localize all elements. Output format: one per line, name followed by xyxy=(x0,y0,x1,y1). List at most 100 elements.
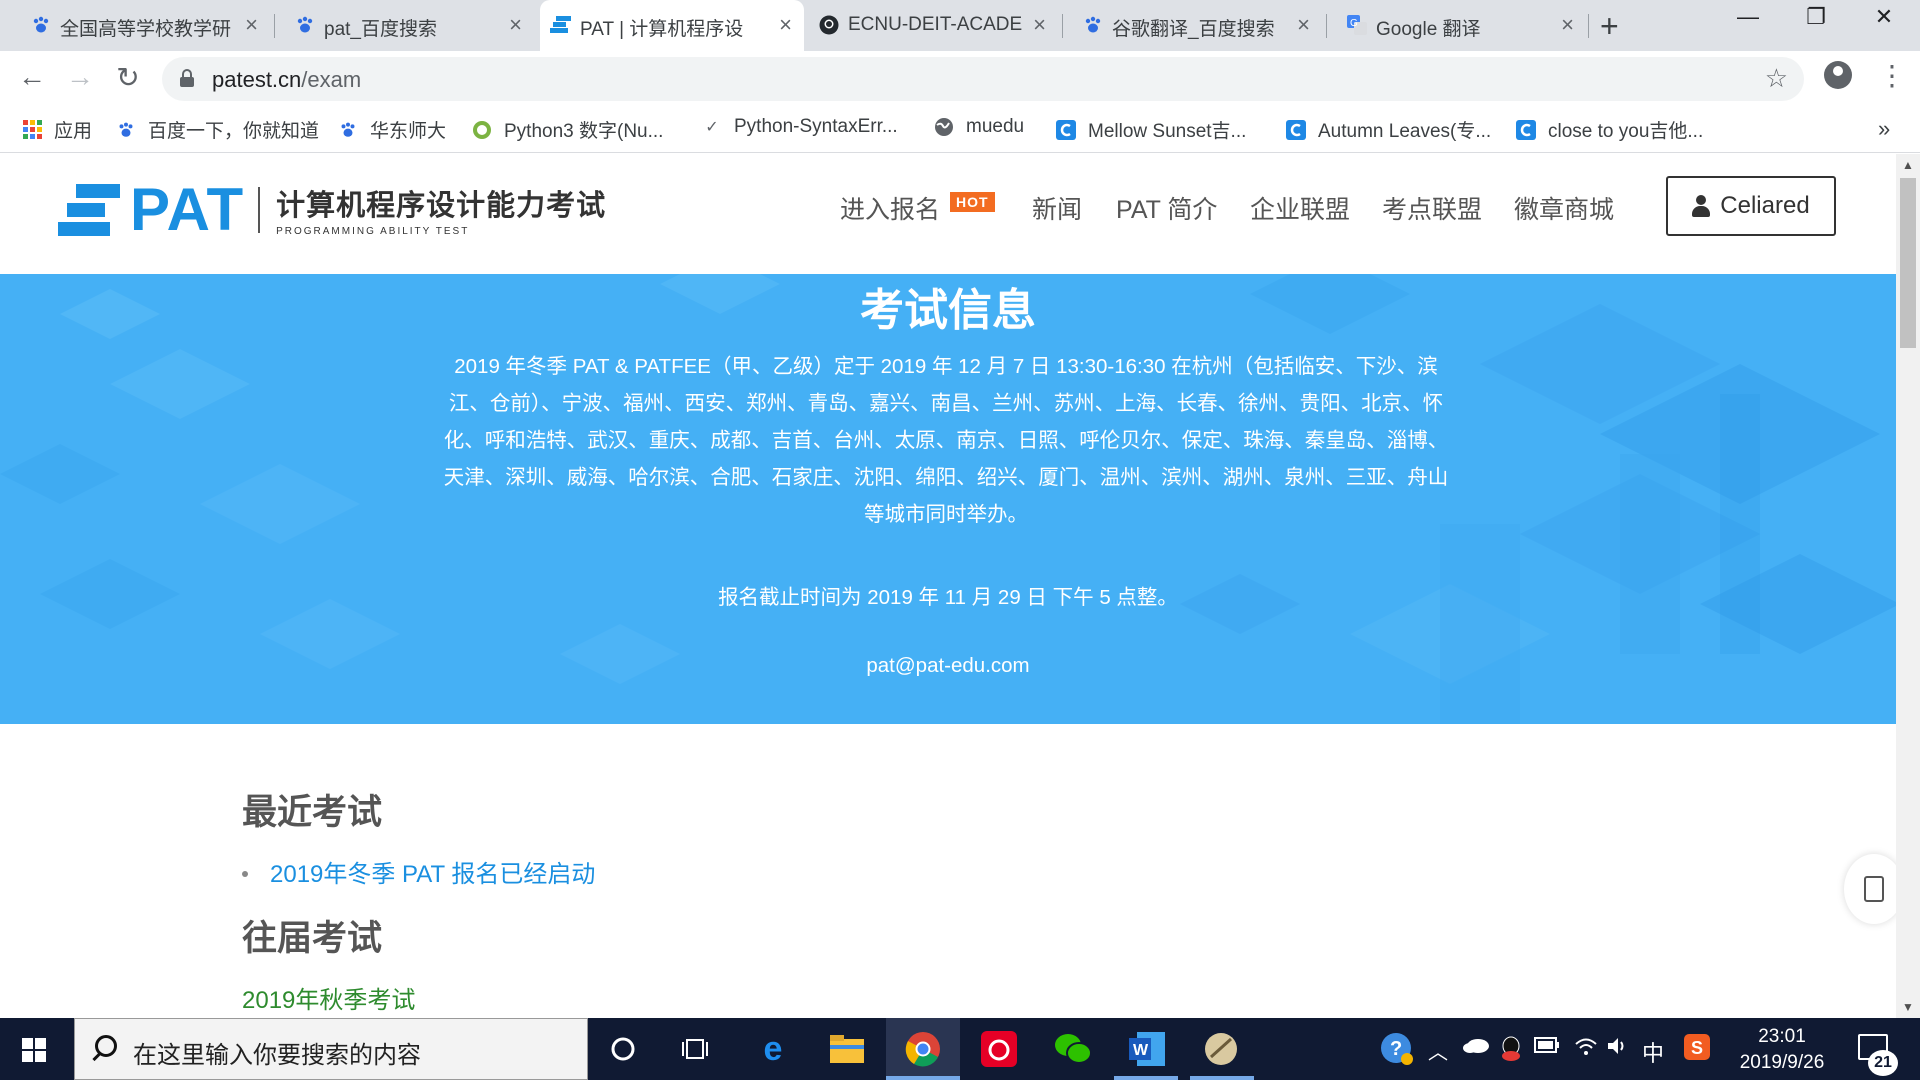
url-text[interactable]: patest.cn/exam xyxy=(212,67,361,93)
python-icon xyxy=(472,120,492,140)
taskbar-clock[interactable]: 23:01 2019/9/26 xyxy=(1722,1024,1842,1076)
chrome-icon[interactable] xyxy=(904,1030,942,1068)
scrollbar-thumb[interactable] xyxy=(1900,178,1916,348)
logo-subtitle-en: PROGRAMMING ABILITY TEST xyxy=(276,226,470,237)
open-app-indicator xyxy=(1190,1076,1254,1080)
bookmark-label: Python3 数字(Nu... xyxy=(504,121,664,142)
qq-icon[interactable] xyxy=(1500,1036,1522,1068)
browser-tab[interactable]: ECNU-DEIT-ACADE × xyxy=(808,0,1058,51)
minimize-button[interactable]: — xyxy=(1718,4,1778,30)
nav-register[interactable]: 进入报名 xyxy=(840,190,940,226)
nav-test-site-alliance[interactable]: 考点联盟 xyxy=(1382,190,1482,226)
c-icon xyxy=(1286,119,1306,140)
app-shell-icon[interactable] xyxy=(1202,1030,1240,1068)
wechat-icon[interactable] xyxy=(1054,1030,1092,1068)
chevron-up-icon[interactable]: ︿ xyxy=(1428,1036,1448,1065)
tab-title: pat_百度搜索 xyxy=(324,19,437,40)
volume-icon[interactable] xyxy=(1606,1036,1630,1062)
close-icon[interactable]: × xyxy=(509,12,522,38)
user-button[interactable]: Celiared xyxy=(1666,176,1836,236)
bookmark-item[interactable]: 华东师大 xyxy=(338,116,446,143)
task-view-icon[interactable] xyxy=(676,1030,714,1068)
onedrive-icon[interactable] xyxy=(1462,1036,1490,1060)
apps-grid-icon xyxy=(22,120,42,140)
exam-announcement: 2019 年冬季 PAT & PATFEE（甲、乙级）定于 2019 年 12 … xyxy=(443,355,1449,526)
help-icon[interactable]: ? xyxy=(1380,1032,1414,1072)
windows-taskbar: 在这里输入你要搜索的内容 e W ? ︿ 中 S 23:01 2019/9/26… xyxy=(0,1018,1920,1080)
site-logo[interactable]: PAT 计算机程序设计能力考试 PROGRAMMING ABILITY TEST xyxy=(58,175,606,243)
netease-music-icon[interactable] xyxy=(980,1030,1018,1068)
active-app-indicator xyxy=(886,1076,960,1080)
sogou-ime-icon[interactable]: S xyxy=(1684,1034,1710,1066)
taskbar-search-box[interactable]: 在这里输入你要搜索的内容 xyxy=(74,1018,588,1080)
tab-title: ECNU-DEIT-ACADE xyxy=(848,14,1023,35)
page-scrollbar[interactable]: ▲ ▼ xyxy=(1896,154,1920,1018)
contact-email[interactable]: pat@pat-edu.com xyxy=(0,654,1896,678)
tab-separator xyxy=(1062,14,1063,38)
browser-tab-strip: 全国高等学校教学研 × pat_百度搜索 × PAT | 计算机程序设 × EC… xyxy=(0,0,1920,51)
window-close-button[interactable]: ✕ xyxy=(1854,4,1914,30)
more-bookmarks-button[interactable]: » xyxy=(1878,116,1890,142)
nav-news[interactable]: 新闻 xyxy=(1032,190,1082,226)
nav-badge-store[interactable]: 徽章商城 xyxy=(1514,190,1614,226)
cortana-icon[interactable] xyxy=(604,1030,642,1068)
paw-icon xyxy=(338,120,358,140)
back-button[interactable]: ← xyxy=(14,61,50,93)
browser-tab-active[interactable]: PAT | 计算机程序设 × xyxy=(540,0,804,51)
feedback-icon[interactable] xyxy=(1844,854,1896,924)
scroll-down-icon[interactable]: ▼ xyxy=(1902,1000,1914,1014)
browser-tab[interactable]: 全国高等学校教学研 × xyxy=(20,0,270,51)
bookmark-item[interactable]: Mellow Sunset吉... xyxy=(1056,116,1246,143)
nav-enterprise-alliance[interactable]: 企业联盟 xyxy=(1250,190,1350,226)
close-icon[interactable]: × xyxy=(1297,12,1310,38)
past-exam-link[interactable]: 2019年秋季考试 xyxy=(242,980,415,1015)
browser-toolbar: ← → ↻ patest.cn/exam ☆ ⋮ xyxy=(0,51,1920,107)
forward-button[interactable]: → xyxy=(62,61,98,93)
paw-icon xyxy=(294,14,316,36)
close-icon[interactable]: × xyxy=(1033,12,1046,38)
bookmark-item[interactable]: ✓ Python-SyntaxErr... xyxy=(702,116,897,138)
word-icon[interactable]: W xyxy=(1128,1030,1166,1068)
bookmark-item[interactable]: close to you吉他... xyxy=(1516,116,1703,143)
recent-exams-heading: 最近考试 xyxy=(242,793,383,832)
edge-browser-icon[interactable]: e xyxy=(754,1030,792,1068)
close-icon[interactable]: × xyxy=(1561,12,1574,38)
bookmark-item[interactable]: 百度一下，你就知道 xyxy=(116,116,319,143)
battery-icon[interactable] xyxy=(1534,1036,1560,1059)
recent-exam-link[interactable]: 2019年冬季 PAT 报名已经启动 xyxy=(242,854,595,889)
file-explorer-icon[interactable] xyxy=(828,1030,866,1068)
restore-button[interactable]: ❐ xyxy=(1786,4,1846,30)
scroll-up-icon[interactable]: ▲ xyxy=(1902,158,1914,172)
windows-start-icon[interactable] xyxy=(22,1038,46,1062)
close-icon[interactable]: × xyxy=(245,12,258,38)
bookmark-item[interactable]: Autumn Leaves(专... xyxy=(1286,116,1491,143)
taskbar-search-placeholder: 在这里输入你要搜索的内容 xyxy=(133,1042,421,1069)
search-icon xyxy=(95,1035,117,1057)
address-bar[interactable]: patest.cn/exam ☆ xyxy=(162,57,1804,101)
bookmark-item[interactable]: Python3 数字(Nu... xyxy=(472,116,663,143)
menu-kebab-icon[interactable]: ⋮ xyxy=(1878,59,1906,92)
bookmark-apps[interactable]: 应用 xyxy=(22,116,92,143)
browser-tab[interactable]: 谷歌翻译_百度搜索 × xyxy=(1072,0,1322,51)
pat-icon xyxy=(550,14,572,36)
ime-indicator[interactable]: 中 xyxy=(1642,1036,1664,1068)
close-icon[interactable]: × xyxy=(779,12,792,38)
bookmark-label: 百度一下，你就知道 xyxy=(148,121,320,142)
new-tab-button[interactable]: + xyxy=(1600,8,1619,45)
logo-text: PAT xyxy=(130,175,245,243)
pat-logo-icon xyxy=(58,183,120,236)
paw-icon xyxy=(116,120,136,140)
bookmark-item[interactable]: muedu xyxy=(934,116,1024,138)
paw-icon xyxy=(30,14,52,36)
browser-tab[interactable]: G Google 翻译 × xyxy=(1336,0,1586,51)
reload-button[interactable]: ↻ xyxy=(110,61,146,94)
bookmark-star-icon[interactable]: ☆ xyxy=(1765,63,1788,94)
profile-avatar-icon[interactable] xyxy=(1824,61,1852,89)
nav-about[interactable]: PAT 简介 xyxy=(1116,190,1217,226)
browser-tab[interactable]: pat_百度搜索 × xyxy=(284,0,534,51)
wifi-icon[interactable] xyxy=(1574,1036,1598,1062)
bookmark-label: muedu xyxy=(966,116,1025,137)
url-path: /exam xyxy=(301,67,362,92)
tab-title: 谷歌翻译_百度搜索 xyxy=(1112,19,1275,40)
logo-divider xyxy=(258,186,261,233)
